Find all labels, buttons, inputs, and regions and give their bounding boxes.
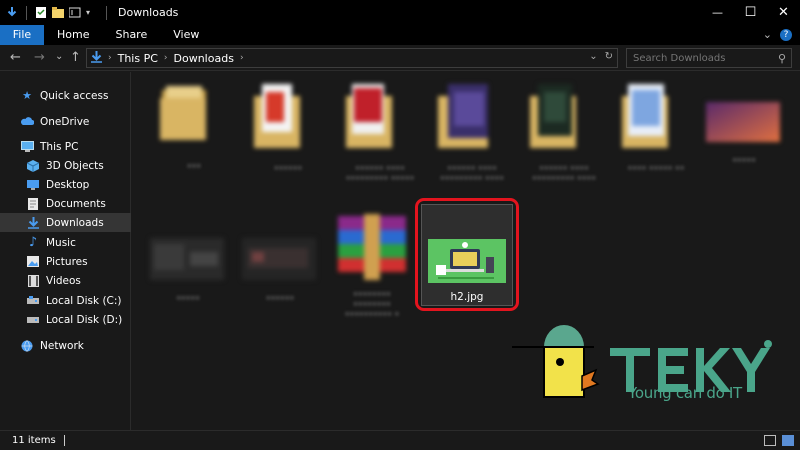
address-bar[interactable]: › This PC › Downloads › ⌄ ↻ <box>86 48 618 68</box>
folder-icon <box>254 84 300 148</box>
archive-icon <box>338 214 406 280</box>
sidebar-item-local-disk-d[interactable]: Local Disk (D:) <box>0 310 131 329</box>
sidebar-item-network[interactable]: Network <box>0 336 131 355</box>
teky-watermark: Young can do IT <box>510 320 800 430</box>
new-folder-icon[interactable] <box>52 6 64 19</box>
window-title: Downloads <box>118 6 179 19</box>
forward-button[interactable]: → <box>34 50 45 65</box>
folder-icon <box>622 84 668 148</box>
chevron-right-icon: › <box>239 53 244 63</box>
folder-icon <box>160 86 206 140</box>
rename-icon[interactable] <box>68 6 81 19</box>
status-bar: 11 items <box>0 430 800 450</box>
picture-icon <box>26 255 40 268</box>
file-list[interactable]: ••• •••••• •••••• •••• ••••••••• ••••• •… <box>132 72 800 430</box>
computer-icon <box>20 140 34 153</box>
cloud-icon <box>20 115 34 128</box>
download-arrow-icon[interactable] <box>6 6 18 19</box>
network-icon <box>20 339 34 352</box>
sidebar-item-local-disk-c[interactable]: Local Disk (C:) <box>0 291 131 310</box>
sidebar-item-downloads[interactable]: Downloads <box>0 213 131 232</box>
breadcrumb-this-pc[interactable]: This PC <box>118 52 158 65</box>
image-thumbnail <box>150 238 224 280</box>
customize-toolbar-icon[interactable]: ▾ <box>86 6 98 19</box>
search-box[interactable]: ⚲ <box>626 48 792 68</box>
drive-icon <box>26 313 40 326</box>
sidebar-item-3d-objects[interactable]: 3D Objects <box>0 156 131 175</box>
navigation-bar: ← → ⌄ ↑ › This PC › Downloads › ⌄ ↻ ⚲ <box>0 45 800 71</box>
folder-icon <box>438 84 488 148</box>
tab-home[interactable]: Home <box>44 25 102 45</box>
star-icon: ★ <box>22 89 32 102</box>
tab-share[interactable]: Share <box>102 25 160 45</box>
video-icon <box>26 274 40 287</box>
breadcrumb-downloads[interactable]: Downloads <box>174 52 234 65</box>
sidebar-item-music[interactable]: ♪ Music <box>0 233 131 252</box>
cube-icon <box>26 159 40 172</box>
image-thumbnail <box>706 102 780 142</box>
drive-icon <box>26 294 40 307</box>
title-bar: ▾ Downloads — ☐ ✕ <box>0 0 800 25</box>
chevron-right-icon: › <box>163 53 168 63</box>
sidebar-item-documents[interactable]: Documents <box>0 194 131 213</box>
recent-locations-button[interactable]: ⌄ <box>55 51 63 62</box>
minimize-button[interactable]: — <box>701 0 734 25</box>
maximize-button[interactable]: ☐ <box>734 0 767 25</box>
chevron-right-icon: › <box>108 53 112 63</box>
desktop-icon <box>26 178 40 191</box>
teky-logo <box>512 325 772 398</box>
teky-slogan: Young can do IT <box>628 384 742 402</box>
sidebar-item-onedrive[interactable]: OneDrive <box>0 112 131 131</box>
up-button[interactable]: ↑ <box>70 50 81 65</box>
expand-ribbon-icon[interactable]: ⌄ <box>763 28 772 41</box>
help-icon[interactable]: ? <box>780 28 792 41</box>
document-icon <box>26 197 40 210</box>
refresh-button[interactable]: ↻ <box>605 51 613 62</box>
music-icon: ♪ <box>28 235 38 250</box>
sidebar-item-desktop[interactable]: Desktop <box>0 175 131 194</box>
tab-view[interactable]: View <box>160 25 212 45</box>
close-button[interactable]: ✕ <box>767 0 800 25</box>
ribbon-tabs: File Home Share View ⌄ ? <box>0 25 800 45</box>
quick-access-toolbar: ▾ <box>6 5 110 20</box>
address-history-icon[interactable]: ⌄ <box>589 51 597 62</box>
folder-icon <box>346 84 392 148</box>
large-icons-view-button[interactable] <box>782 435 794 446</box>
image-thumbnail <box>242 238 316 280</box>
download-icon <box>26 216 40 229</box>
properties-icon[interactable] <box>35 6 47 19</box>
search-icon[interactable]: ⚲ <box>778 52 786 65</box>
sidebar-item-this-pc[interactable]: This PC <box>0 137 131 156</box>
sidebar-item-quick-access[interactable]: ★ Quick access <box>0 86 131 105</box>
sidebar-item-pictures[interactable]: Pictures <box>0 252 131 271</box>
tab-file[interactable]: File <box>0 25 44 45</box>
sidebar-item-videos[interactable]: Videos <box>0 271 131 290</box>
back-button[interactable]: ← <box>10 50 21 65</box>
highlight-annotation <box>415 198 519 311</box>
download-location-icon <box>91 50 102 66</box>
item-count: 11 items <box>12 435 56 446</box>
details-view-button[interactable] <box>764 435 776 446</box>
search-input[interactable] <box>633 52 773 64</box>
folder-icon <box>530 84 576 148</box>
navigation-pane: ★ Quick access OneDrive This PC 3D Objec… <box>0 72 131 430</box>
status-divider <box>63 435 65 446</box>
